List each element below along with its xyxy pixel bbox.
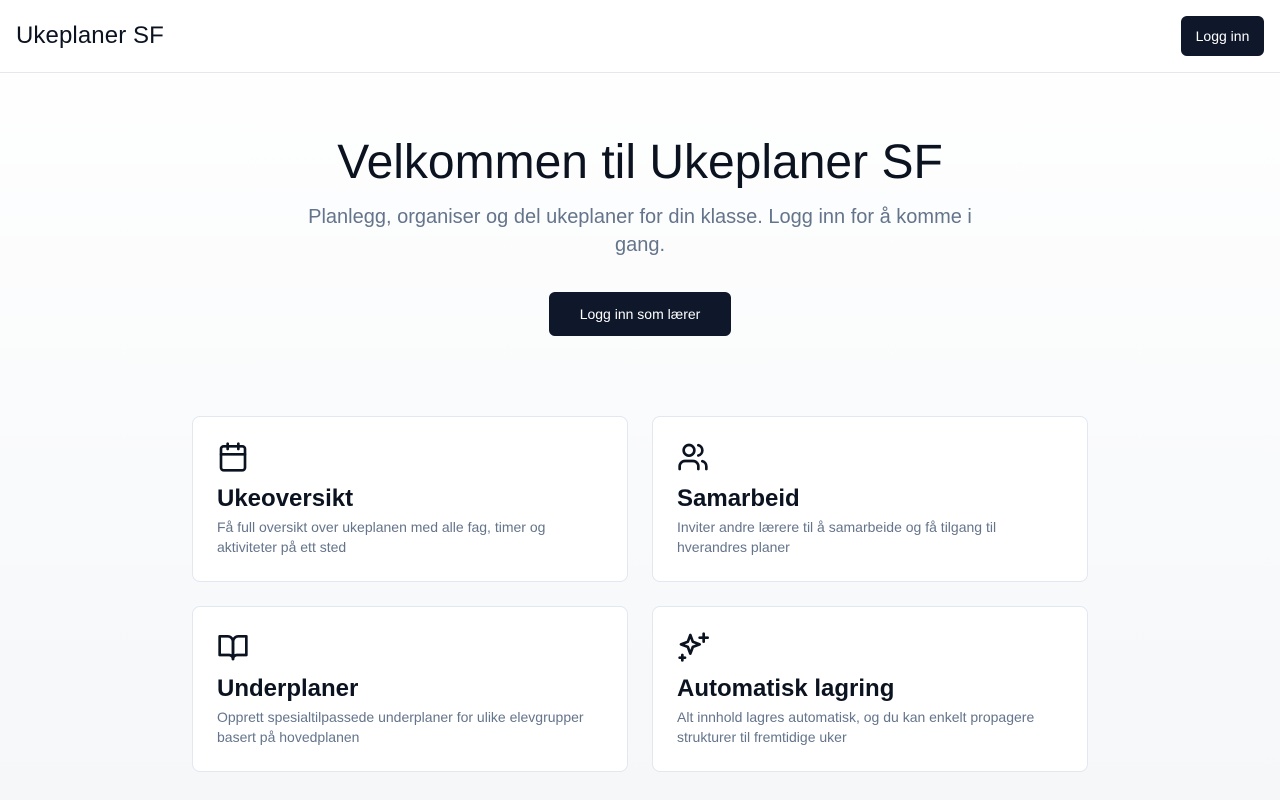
hero-subtitle: Planlegg, organiser og del ukeplaner for… bbox=[308, 206, 972, 256]
hero-title: Velkommen til Ukeplaner SF bbox=[337, 136, 943, 189]
sparkles-icon bbox=[677, 631, 709, 663]
teacher-login-button[interactable]: Logg inn som lærer bbox=[549, 292, 731, 336]
calendar-icon bbox=[217, 441, 249, 473]
feature-title: Ukeoversikt bbox=[217, 485, 354, 512]
users-icon bbox=[677, 441, 709, 473]
feature-title: Automatisk lagring bbox=[677, 675, 895, 702]
feature-title: Samarbeid bbox=[677, 485, 800, 512]
book-open-icon bbox=[217, 631, 249, 663]
feature-description: Inviter andre lærere til å samarbeide og… bbox=[677, 519, 997, 555]
top-navbar: Ukeplaner SF Logg inn bbox=[0, 0, 1280, 73]
feature-card-automatisk-lagring: Automatisk lagring Alt innhold lagres au… bbox=[652, 606, 1088, 772]
feature-description: Få full oversikt over ukeplanen med alle… bbox=[217, 519, 546, 555]
app-title: Ukeplaner SF bbox=[16, 22, 164, 49]
feature-card-underplaner: Underplaner Opprett spesialtilpassede un… bbox=[192, 606, 628, 772]
feature-card-samarbeid: Samarbeid Inviter andre lærere til å sam… bbox=[652, 416, 1088, 582]
features-grid: Ukeoversikt Få full oversikt over ukepla… bbox=[192, 416, 1088, 772]
feature-description: Alt innhold lagres automatisk, og du kan… bbox=[677, 709, 1035, 745]
feature-description: Opprett spesialtilpassede underplaner fo… bbox=[217, 709, 584, 745]
login-button[interactable]: Logg inn bbox=[1181, 16, 1264, 56]
hero-section: Velkommen til Ukeplaner SF Planlegg, org… bbox=[0, 73, 1280, 336]
feature-title: Underplaner bbox=[217, 675, 359, 702]
feature-card-ukeoversikt: Ukeoversikt Få full oversikt over ukepla… bbox=[192, 416, 628, 582]
